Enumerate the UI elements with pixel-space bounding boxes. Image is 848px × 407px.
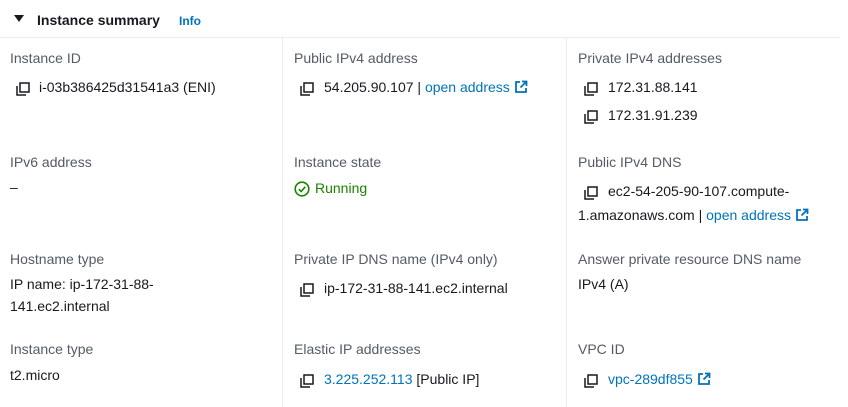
instance-id-value: i-03b386425d31541a3 (ENI) bbox=[39, 79, 216, 95]
private-ipv4-value: 172.31.88.141 bbox=[608, 79, 698, 95]
public-ipv4-label: Public IPv4 address bbox=[294, 50, 418, 66]
instance-type-label: Instance type bbox=[10, 341, 94, 357]
instance-type-value: t2.micro bbox=[10, 367, 60, 383]
vpc-id-link[interactable]: vpc-289df855 bbox=[608, 371, 693, 387]
copy-icon[interactable] bbox=[584, 110, 598, 124]
ipv6-value: – bbox=[10, 179, 18, 195]
open-address-link[interactable]: open address bbox=[425, 79, 510, 95]
copy-icon[interactable] bbox=[584, 82, 598, 96]
external-link-icon[interactable] bbox=[697, 372, 711, 386]
separator: | bbox=[698, 207, 703, 223]
vpc-id-label: VPC ID bbox=[578, 341, 625, 357]
section-title[interactable]: Instance summary bbox=[37, 12, 160, 28]
vpc-id-row: vpc-289df855 bbox=[608, 369, 711, 390]
external-link-icon[interactable] bbox=[795, 208, 809, 222]
instance-state-label: Instance state bbox=[294, 154, 382, 170]
public-ipv4-value: 54.205.90.107 bbox=[324, 79, 414, 95]
public-ipv4-row: 54.205.90.107 | open address bbox=[324, 77, 528, 98]
answer-dns-label: Answer private resource DNS name bbox=[578, 251, 802, 267]
separator: | bbox=[417, 79, 422, 95]
public-dns-label: Public IPv4 DNS bbox=[578, 154, 682, 170]
public-dns-value-line1: ec2-54-205-90-107.compute- bbox=[608, 183, 790, 199]
copy-icon[interactable] bbox=[16, 82, 30, 96]
elastic-ip-row: 3.225.252.113 [Public IP] bbox=[324, 369, 479, 390]
column-divider bbox=[566, 38, 567, 407]
ipv6-label: IPv6 address bbox=[10, 154, 92, 170]
hostname-type-value-line2: 141.ec2.internal bbox=[10, 298, 110, 314]
copy-icon[interactable] bbox=[584, 374, 598, 388]
private-ipv4-value: 172.31.91.239 bbox=[608, 107, 698, 123]
external-link-icon[interactable] bbox=[514, 80, 528, 94]
private-ipv4-label: Private IPv4 addresses bbox=[578, 50, 722, 66]
copy-icon[interactable] bbox=[300, 374, 314, 388]
elastic-ip-link[interactable]: 3.225.252.113 bbox=[324, 371, 413, 387]
hostname-type-value-line1: IP name: ip-172-31-88- bbox=[10, 276, 154, 292]
instance-state-value: Running bbox=[315, 180, 368, 196]
copy-icon[interactable] bbox=[300, 283, 314, 297]
private-dns-label: Private IP DNS name (IPv4 only) bbox=[294, 251, 498, 267]
copy-icon[interactable] bbox=[584, 186, 598, 200]
info-link[interactable]: Info bbox=[179, 14, 201, 28]
copy-icon[interactable] bbox=[300, 82, 314, 96]
status-check-icon bbox=[294, 181, 310, 197]
column-divider bbox=[282, 38, 283, 407]
section-header: Instance summary Info bbox=[0, 0, 840, 38]
private-dns-value: ip-172-31-88-141.ec2.internal bbox=[324, 280, 508, 296]
caret-down-icon[interactable] bbox=[14, 15, 24, 22]
elastic-ip-suffix: [Public IP] bbox=[416, 371, 480, 387]
public-dns-value-line2: 1.amazonaws.com bbox=[578, 207, 695, 223]
hostname-type-label: Hostname type bbox=[10, 251, 105, 267]
public-dns-row: 1.amazonaws.com | open address bbox=[578, 205, 809, 226]
elastic-ip-label: Elastic IP addresses bbox=[294, 341, 421, 357]
open-address-link[interactable]: open address bbox=[706, 207, 791, 223]
instance-id-label: Instance ID bbox=[10, 50, 81, 66]
answer-dns-value: IPv4 (A) bbox=[578, 276, 629, 292]
